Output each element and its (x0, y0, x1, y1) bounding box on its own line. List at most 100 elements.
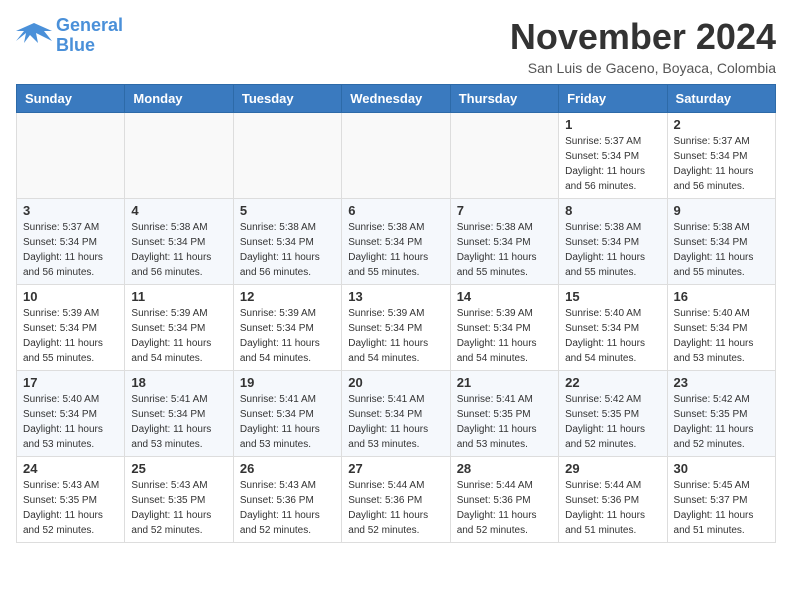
calendar-cell: 25 Sunrise: 5:43 AM Sunset: 5:35 PM Dayli… (125, 457, 233, 543)
calendar-header-row: SundayMondayTuesdayWednesdayThursdayFrid… (17, 85, 776, 113)
calendar-cell: 16Sunrise: 5:40 AM Sunset: 5:34 PM Dayli… (667, 285, 775, 371)
logo-icon (16, 21, 52, 51)
day-number: 16 (674, 289, 769, 304)
day-number: 29 (565, 461, 660, 476)
day-number: 7 (457, 203, 552, 218)
month-title: November 2024 (510, 16, 776, 58)
calendar-cell: 22 Sunrise: 5:42 AM Sunset: 5:35 PM Dayli… (559, 371, 667, 457)
day-info: Sunrise: 5:37 AM Sunset: 5:34 PM Dayligh… (23, 220, 118, 280)
calendar-cell: 4 Sunrise: 5:38 AM Sunset: 5:34 PM Daylig… (125, 199, 233, 285)
weekday-header: Wednesday (342, 85, 450, 113)
day-number: 9 (674, 203, 769, 218)
day-info: Sunrise: 5:43 AM Sunset: 5:36 PM Dayligh… (240, 478, 335, 538)
calendar-week-row: 10 Sunrise: 5:39 AM Sunset: 5:34 PM Dayli… (17, 285, 776, 371)
day-number: 2 (674, 117, 769, 132)
calendar-cell: 6Sunrise: 5:38 AM Sunset: 5:34 PM Daylig… (342, 199, 450, 285)
calendar-cell: 1 Sunrise: 5:37 AM Sunset: 5:34 PM Daylig… (559, 113, 667, 199)
day-info: Sunrise: 5:39 AM Sunset: 5:34 PM Dayligh… (240, 306, 335, 366)
calendar-cell: 14 Sunrise: 5:39 AM Sunset: 5:34 PM Dayli… (450, 285, 558, 371)
day-info: Sunrise: 5:41 AM Sunset: 5:34 PM Dayligh… (348, 392, 443, 452)
logo-text: General Blue (56, 16, 123, 56)
day-info: Sunrise: 5:42 AM Sunset: 5:35 PM Dayligh… (674, 392, 769, 452)
day-info: Sunrise: 5:41 AM Sunset: 5:34 PM Dayligh… (131, 392, 226, 452)
day-info: Sunrise: 5:38 AM Sunset: 5:34 PM Dayligh… (674, 220, 769, 280)
day-info: Sunrise: 5:37 AM Sunset: 5:34 PM Dayligh… (565, 134, 660, 194)
day-info: Sunrise: 5:45 AM Sunset: 5:37 PM Dayligh… (674, 478, 769, 538)
calendar-cell: 15Sunrise: 5:40 AM Sunset: 5:34 PM Dayli… (559, 285, 667, 371)
calendar-cell: 7Sunrise: 5:38 AM Sunset: 5:34 PM Daylig… (450, 199, 558, 285)
calendar-cell: 5 Sunrise: 5:38 AM Sunset: 5:34 PM Daylig… (233, 199, 341, 285)
day-info: Sunrise: 5:42 AM Sunset: 5:35 PM Dayligh… (565, 392, 660, 452)
calendar-cell: 23 Sunrise: 5:42 AM Sunset: 5:35 PM Dayli… (667, 371, 775, 457)
calendar-cell (342, 113, 450, 199)
day-number: 28 (457, 461, 552, 476)
weekday-header: Friday (559, 85, 667, 113)
calendar-cell: 11 Sunrise: 5:39 AM Sunset: 5:34 PM Dayli… (125, 285, 233, 371)
calendar-cell: 12 Sunrise: 5:39 AM Sunset: 5:34 PM Dayli… (233, 285, 341, 371)
calendar-cell (125, 113, 233, 199)
day-info: Sunrise: 5:38 AM Sunset: 5:34 PM Dayligh… (565, 220, 660, 280)
day-number: 18 (131, 375, 226, 390)
day-info: Sunrise: 5:40 AM Sunset: 5:34 PM Dayligh… (565, 306, 660, 366)
calendar-cell: 8 Sunrise: 5:38 AM Sunset: 5:34 PM Daylig… (559, 199, 667, 285)
weekday-header: Thursday (450, 85, 558, 113)
day-number: 3 (23, 203, 118, 218)
calendar-cell: 28Sunrise: 5:44 AM Sunset: 5:36 PM Dayli… (450, 457, 558, 543)
day-number: 11 (131, 289, 226, 304)
day-info: Sunrise: 5:40 AM Sunset: 5:34 PM Dayligh… (23, 392, 118, 452)
day-number: 19 (240, 375, 335, 390)
calendar-cell: 17 Sunrise: 5:40 AM Sunset: 5:34 PM Dayli… (17, 371, 125, 457)
day-number: 25 (131, 461, 226, 476)
day-number: 22 (565, 375, 660, 390)
calendar-cell: 24Sunrise: 5:43 AM Sunset: 5:35 PM Dayli… (17, 457, 125, 543)
day-number: 8 (565, 203, 660, 218)
page-header: General Blue November 2024 San Luis de G… (16, 16, 776, 76)
calendar-cell: 26 Sunrise: 5:43 AM Sunset: 5:36 PM Dayli… (233, 457, 341, 543)
day-number: 12 (240, 289, 335, 304)
day-info: Sunrise: 5:39 AM Sunset: 5:34 PM Dayligh… (23, 306, 118, 366)
day-info: Sunrise: 5:39 AM Sunset: 5:34 PM Dayligh… (131, 306, 226, 366)
calendar-week-row: 1 Sunrise: 5:37 AM Sunset: 5:34 PM Daylig… (17, 113, 776, 199)
calendar-cell (17, 113, 125, 199)
day-number: 23 (674, 375, 769, 390)
logo: General Blue (16, 16, 123, 56)
calendar-cell: 10 Sunrise: 5:39 AM Sunset: 5:34 PM Dayli… (17, 285, 125, 371)
day-number: 17 (23, 375, 118, 390)
calendar-cell: 13Sunrise: 5:39 AM Sunset: 5:34 PM Dayli… (342, 285, 450, 371)
day-number: 6 (348, 203, 443, 218)
calendar-cell: 2 Sunrise: 5:37 AM Sunset: 5:34 PM Daylig… (667, 113, 775, 199)
calendar-cell: 21Sunrise: 5:41 AM Sunset: 5:35 PM Dayli… (450, 371, 558, 457)
day-number: 10 (23, 289, 118, 304)
day-info: Sunrise: 5:39 AM Sunset: 5:34 PM Dayligh… (457, 306, 552, 366)
logo-line2: Blue (56, 35, 95, 55)
day-info: Sunrise: 5:37 AM Sunset: 5:34 PM Dayligh… (674, 134, 769, 194)
location-subtitle: San Luis de Gaceno, Boyaca, Colombia (510, 60, 776, 76)
day-info: Sunrise: 5:44 AM Sunset: 5:36 PM Dayligh… (348, 478, 443, 538)
day-number: 27 (348, 461, 443, 476)
day-info: Sunrise: 5:43 AM Sunset: 5:35 PM Dayligh… (23, 478, 118, 538)
calendar-cell: 19 Sunrise: 5:41 AM Sunset: 5:34 PM Dayli… (233, 371, 341, 457)
logo-line1: General (56, 15, 123, 35)
calendar-cell: 3 Sunrise: 5:37 AM Sunset: 5:34 PM Daylig… (17, 199, 125, 285)
weekday-header: Monday (125, 85, 233, 113)
calendar-cell: 9 Sunrise: 5:38 AM Sunset: 5:34 PM Daylig… (667, 199, 775, 285)
calendar-cell: 20Sunrise: 5:41 AM Sunset: 5:34 PM Dayli… (342, 371, 450, 457)
day-number: 21 (457, 375, 552, 390)
weekday-header: Saturday (667, 85, 775, 113)
calendar-week-row: 17 Sunrise: 5:40 AM Sunset: 5:34 PM Dayli… (17, 371, 776, 457)
weekday-header: Tuesday (233, 85, 341, 113)
day-info: Sunrise: 5:41 AM Sunset: 5:34 PM Dayligh… (240, 392, 335, 452)
day-number: 5 (240, 203, 335, 218)
calendar-cell: 30Sunrise: 5:45 AM Sunset: 5:37 PM Dayli… (667, 457, 775, 543)
day-info: Sunrise: 5:38 AM Sunset: 5:34 PM Dayligh… (131, 220, 226, 280)
day-info: Sunrise: 5:39 AM Sunset: 5:34 PM Dayligh… (348, 306, 443, 366)
day-number: 1 (565, 117, 660, 132)
day-info: Sunrise: 5:38 AM Sunset: 5:34 PM Dayligh… (240, 220, 335, 280)
day-number: 4 (131, 203, 226, 218)
day-info: Sunrise: 5:43 AM Sunset: 5:35 PM Dayligh… (131, 478, 226, 538)
day-number: 26 (240, 461, 335, 476)
calendar-cell: 27 Sunrise: 5:44 AM Sunset: 5:36 PM Dayli… (342, 457, 450, 543)
day-info: Sunrise: 5:44 AM Sunset: 5:36 PM Dayligh… (565, 478, 660, 538)
day-number: 14 (457, 289, 552, 304)
calendar-cell: 18 Sunrise: 5:41 AM Sunset: 5:34 PM Dayli… (125, 371, 233, 457)
